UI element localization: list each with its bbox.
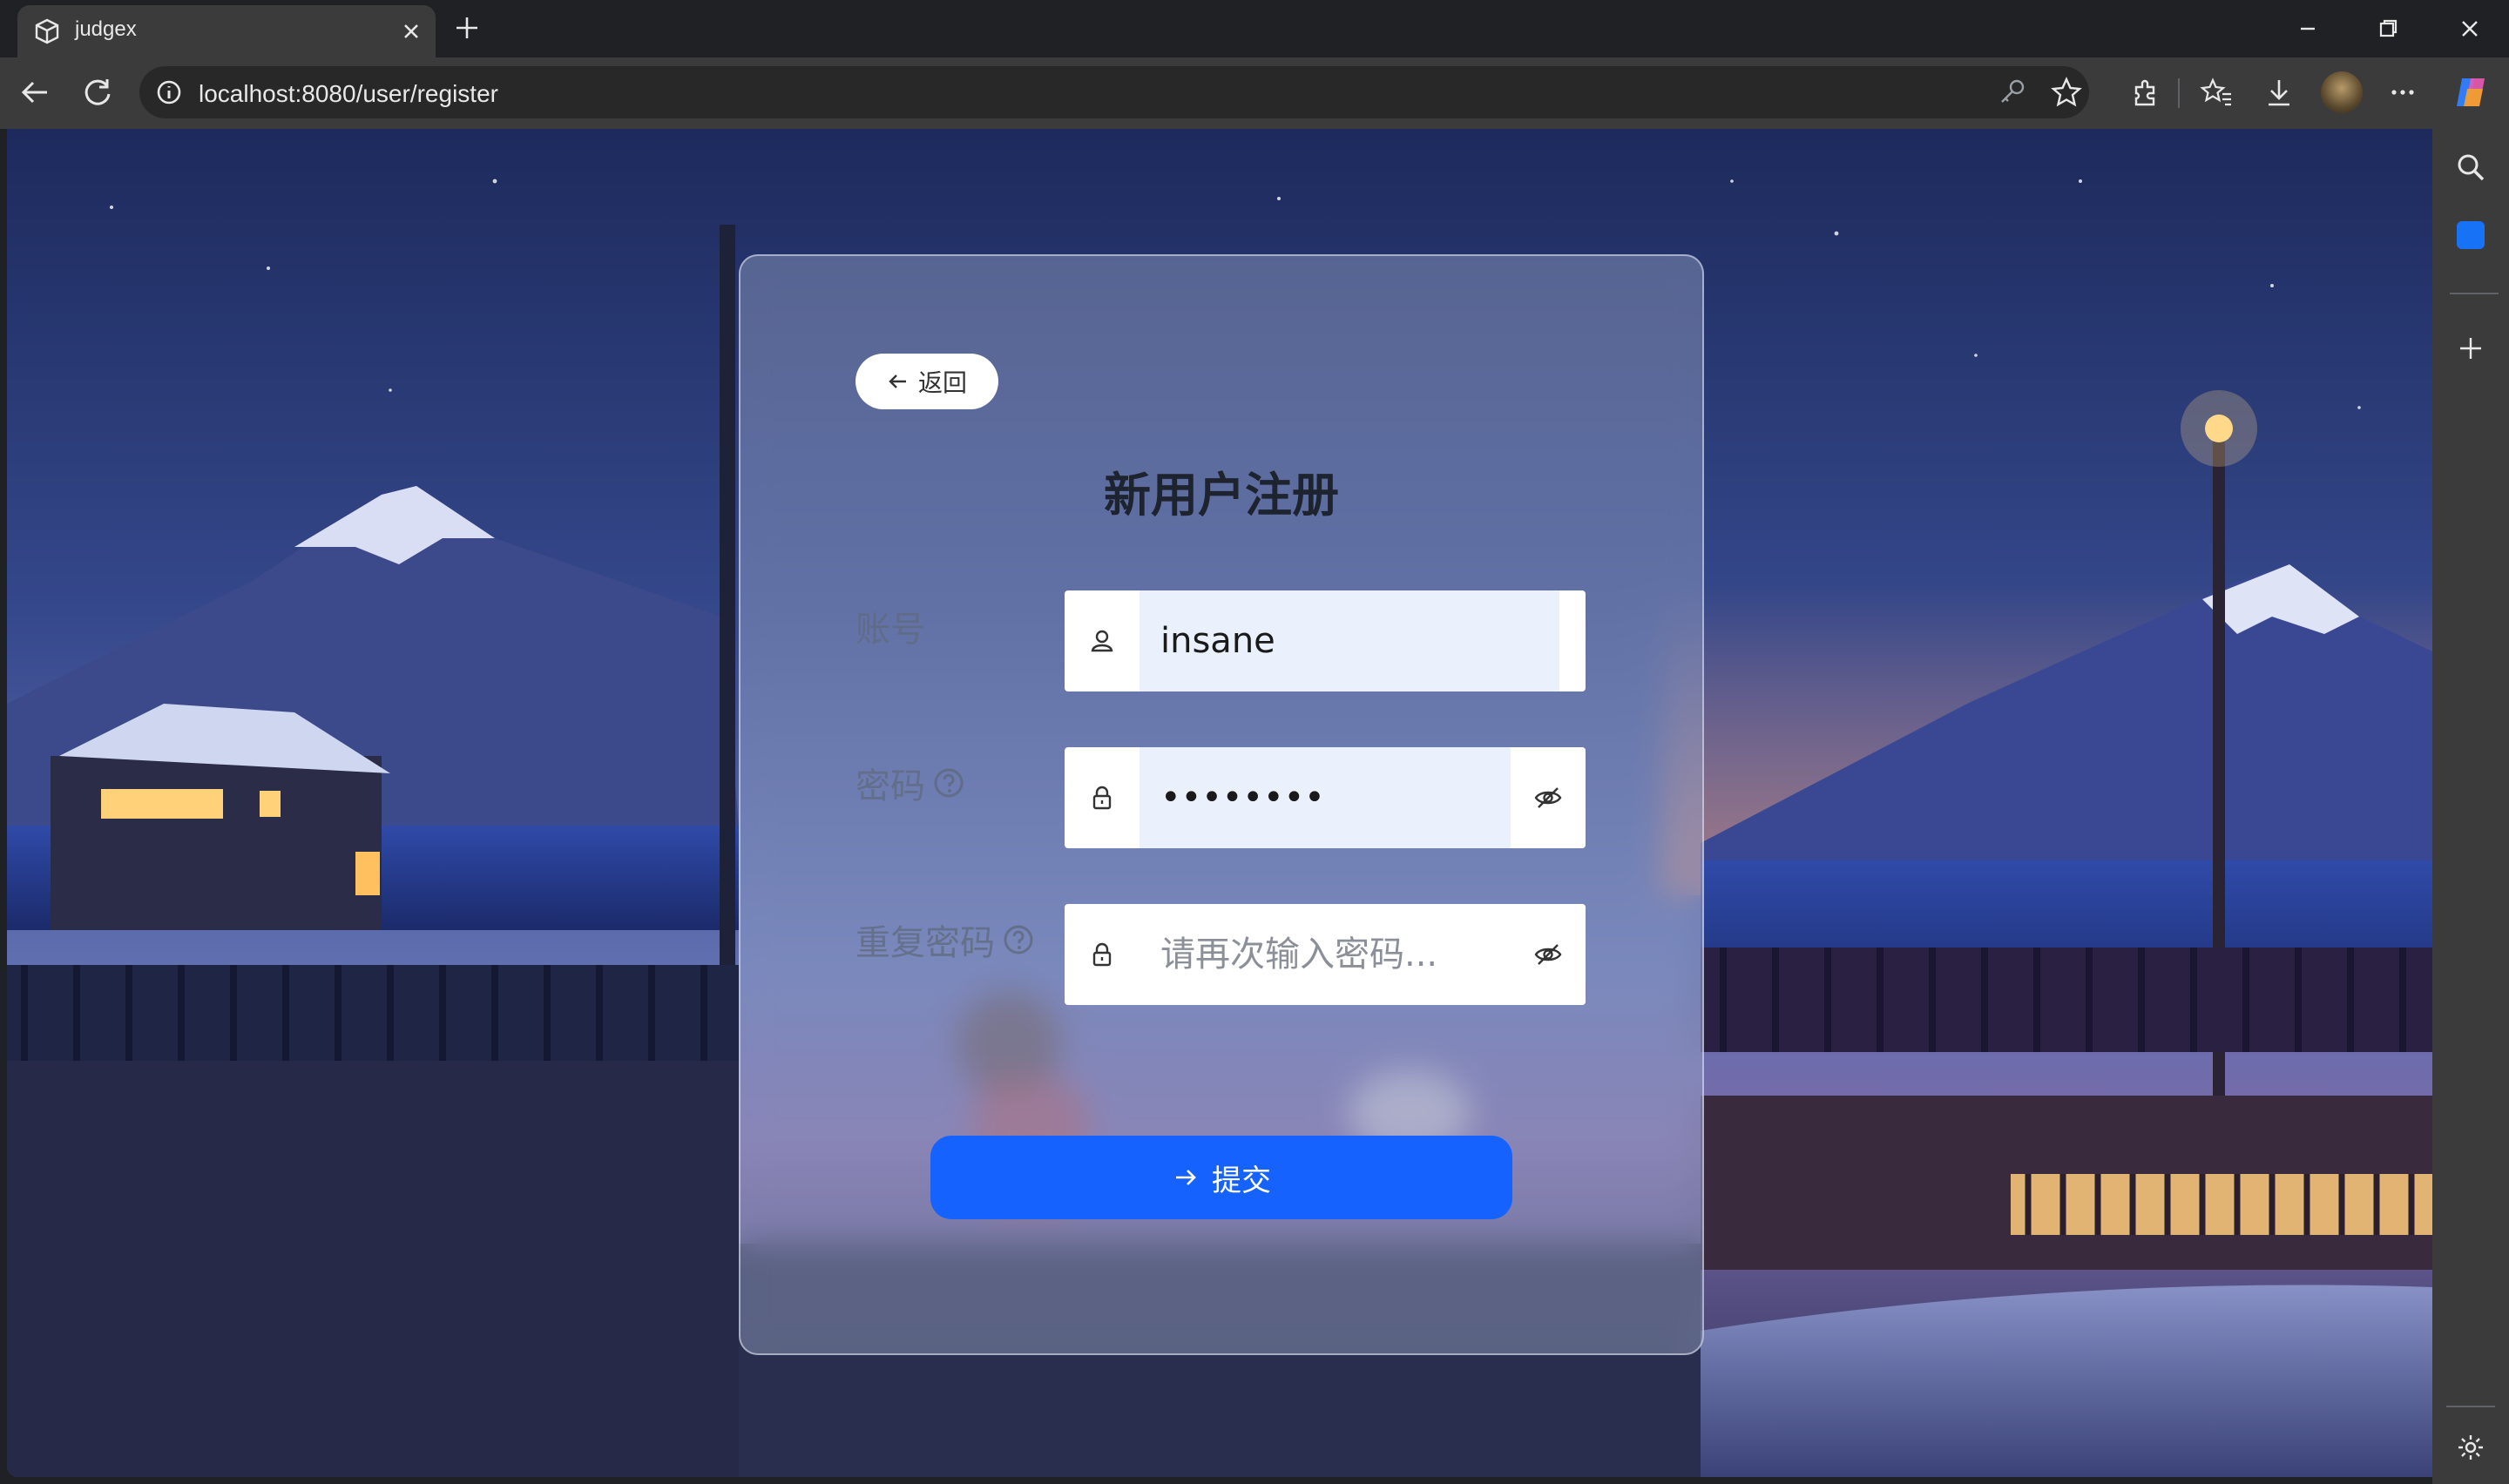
help-icon[interactable] — [932, 766, 965, 799]
lock-icon — [1065, 747, 1140, 848]
page-viewport: 返回 新用户注册 账号 密码 — [7, 129, 2432, 1477]
page-title: 新用户注册 — [1104, 468, 1339, 523]
favorite-star-icon[interactable] — [2049, 75, 2084, 110]
browser-toolbar: localhost:8080/user/register — [0, 57, 2509, 129]
back-arrow-icon[interactable] — [17, 75, 52, 110]
account-label-text: 账号 — [855, 610, 925, 650]
new-tab-icon[interactable] — [451, 12, 483, 44]
confirm-password-field[interactable] — [1065, 904, 1586, 1005]
account-input[interactable] — [1140, 590, 1559, 691]
url-text: localhost:8080/user/register — [199, 80, 498, 107]
password-input[interactable] — [1140, 747, 1511, 848]
tab-strip: judgex — [0, 0, 2509, 57]
user-icon — [1065, 590, 1140, 691]
window-close-icon[interactable] — [2455, 14, 2485, 44]
account-field[interactable] — [1065, 590, 1586, 691]
copilot-icon[interactable] — [2450, 71, 2492, 113]
close-icon[interactable] — [399, 19, 423, 44]
back-button-label: 返回 — [917, 368, 967, 397]
toggle-visibility-icon[interactable] — [1511, 904, 1586, 1005]
submit-button-label: 提交 — [1212, 1163, 1271, 1198]
edge-sidebar — [2432, 129, 2509, 1484]
toggle-visibility-icon[interactable] — [1511, 747, 1586, 848]
confirm-password-label: 重复密码 — [855, 914, 1035, 965]
submit-button[interactable]: 提交 — [930, 1136, 1512, 1219]
minimize-icon[interactable] — [2293, 14, 2323, 44]
address-bar[interactable]: localhost:8080/user/register — [139, 66, 2089, 118]
more-options-icon[interactable] — [2385, 75, 2420, 110]
download-icon[interactable] — [2262, 75, 2296, 110]
zhihu-icon[interactable] — [2457, 221, 2485, 249]
restore-icon[interactable] — [2373, 14, 2403, 44]
sidebar-divider — [2450, 293, 2499, 294]
lock-icon — [1065, 904, 1140, 1005]
avatar[interactable] — [2321, 71, 2363, 113]
cube-icon — [35, 18, 59, 44]
add-icon[interactable] — [2455, 333, 2486, 364]
password-label-text: 密码 — [855, 766, 925, 806]
arrow-right-icon — [1176, 1170, 1196, 1185]
browser-tab[interactable]: judgex — [17, 5, 436, 57]
back-button[interactable]: 返回 — [855, 354, 998, 409]
extensions-icon[interactable] — [2127, 75, 2162, 110]
confirm-password-label-text: 重复密码 — [855, 923, 995, 963]
settings-gear-icon[interactable] — [2455, 1432, 2486, 1463]
tab-title: judgex — [75, 17, 137, 41]
reload-icon[interactable] — [80, 75, 115, 110]
search-icon[interactable] — [2453, 150, 2488, 185]
toolbar-divider — [2178, 78, 2180, 108]
arrow-left-icon — [889, 374, 906, 388]
help-icon[interactable] — [1002, 923, 1035, 956]
password-label: 密码 — [855, 758, 965, 808]
password-field[interactable] — [1065, 747, 1586, 848]
favorites-icon[interactable] — [2199, 75, 2234, 110]
sidebar-divider — [2446, 1406, 2495, 1407]
key-icon[interactable] — [1995, 75, 2030, 110]
account-label: 账号 — [855, 601, 925, 651]
confirm-password-input[interactable] — [1140, 904, 1511, 1005]
register-card: 返回 新用户注册 账号 密码 — [739, 254, 1704, 1355]
info-icon[interactable] — [152, 75, 186, 110]
